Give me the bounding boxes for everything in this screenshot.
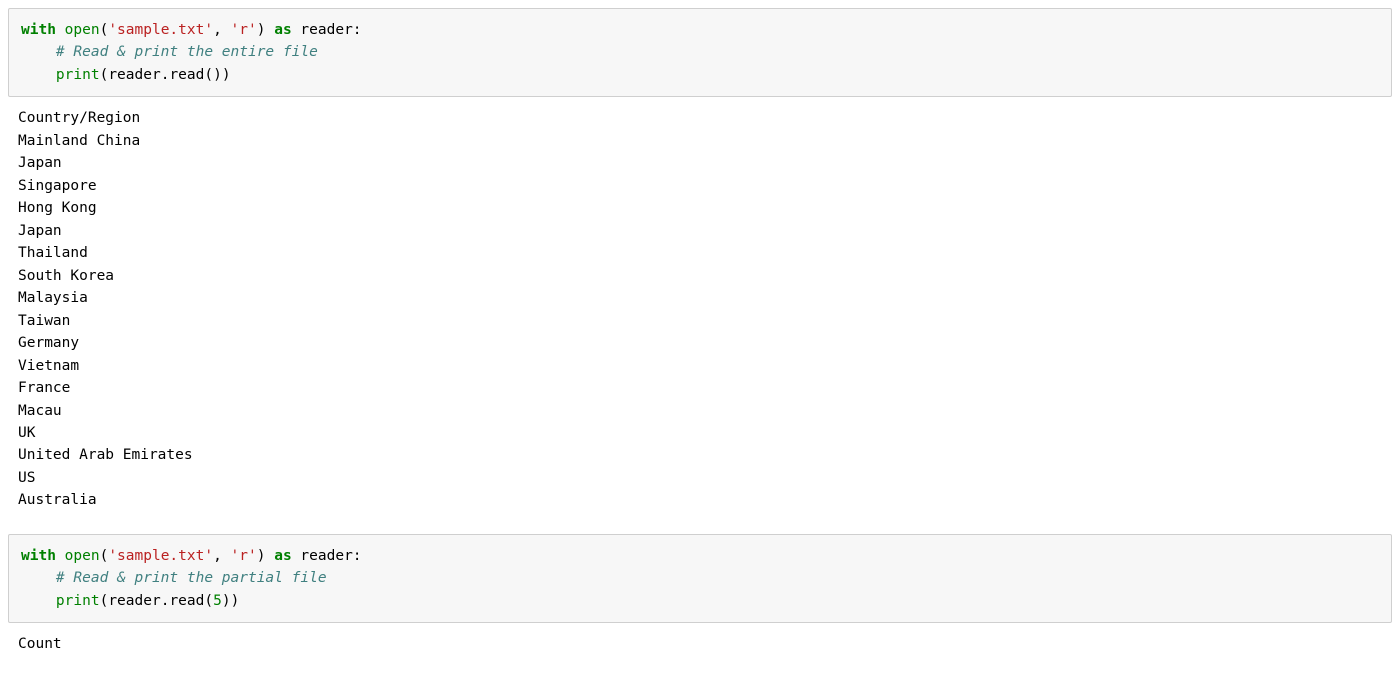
output-cell-2: Count <box>8 627 1392 665</box>
paren-close: ) <box>222 67 231 83</box>
method-read: read <box>169 593 204 609</box>
expr-reader: reader <box>108 67 160 83</box>
call-open: ( <box>204 593 213 609</box>
code-cell-2[interactable]: with open('sample.txt', 'r') as reader: … <box>8 534 1392 623</box>
string-mode: 'r' <box>231 22 257 38</box>
number-arg: 5 <box>213 593 222 609</box>
call-open: ( <box>204 67 213 83</box>
expr-reader: reader <box>108 593 160 609</box>
string-mode: 'r' <box>231 548 257 564</box>
keyword-as: as <box>274 548 291 564</box>
comment-line: # Read & print the partial file <box>56 570 327 586</box>
indent <box>21 593 56 609</box>
var-reader: reader: <box>292 548 362 564</box>
comment-line: # Read & print the entire file <box>56 44 318 60</box>
var-reader: reader: <box>292 22 362 38</box>
comma: , <box>213 548 230 564</box>
indent <box>21 44 56 60</box>
keyword-with: with <box>21 22 56 38</box>
indent <box>21 570 56 586</box>
builtin-open: open <box>65 22 100 38</box>
code-cell-1[interactable]: with open('sample.txt', 'r') as reader: … <box>8 8 1392 97</box>
paren-close: ) <box>231 593 240 609</box>
builtin-open: open <box>65 548 100 564</box>
indent <box>21 67 56 83</box>
paren-open: ( <box>100 548 109 564</box>
paren-open: ( <box>100 67 109 83</box>
builtin-print: print <box>56 67 100 83</box>
paren-open: ( <box>100 22 109 38</box>
keyword-with: with <box>21 548 56 564</box>
paren-close: ) <box>257 22 266 38</box>
comma: , <box>213 22 230 38</box>
builtin-print: print <box>56 593 100 609</box>
call-close: ) <box>222 593 231 609</box>
keyword-as: as <box>274 22 291 38</box>
paren-open: ( <box>100 593 109 609</box>
string-filename: 'sample.txt' <box>108 22 213 38</box>
string-filename: 'sample.txt' <box>108 548 213 564</box>
method-read: read <box>169 67 204 83</box>
output-cell-1: Country/Region Mainland China Japan Sing… <box>8 101 1392 521</box>
paren-close: ) <box>257 548 266 564</box>
call-close: ) <box>213 67 222 83</box>
